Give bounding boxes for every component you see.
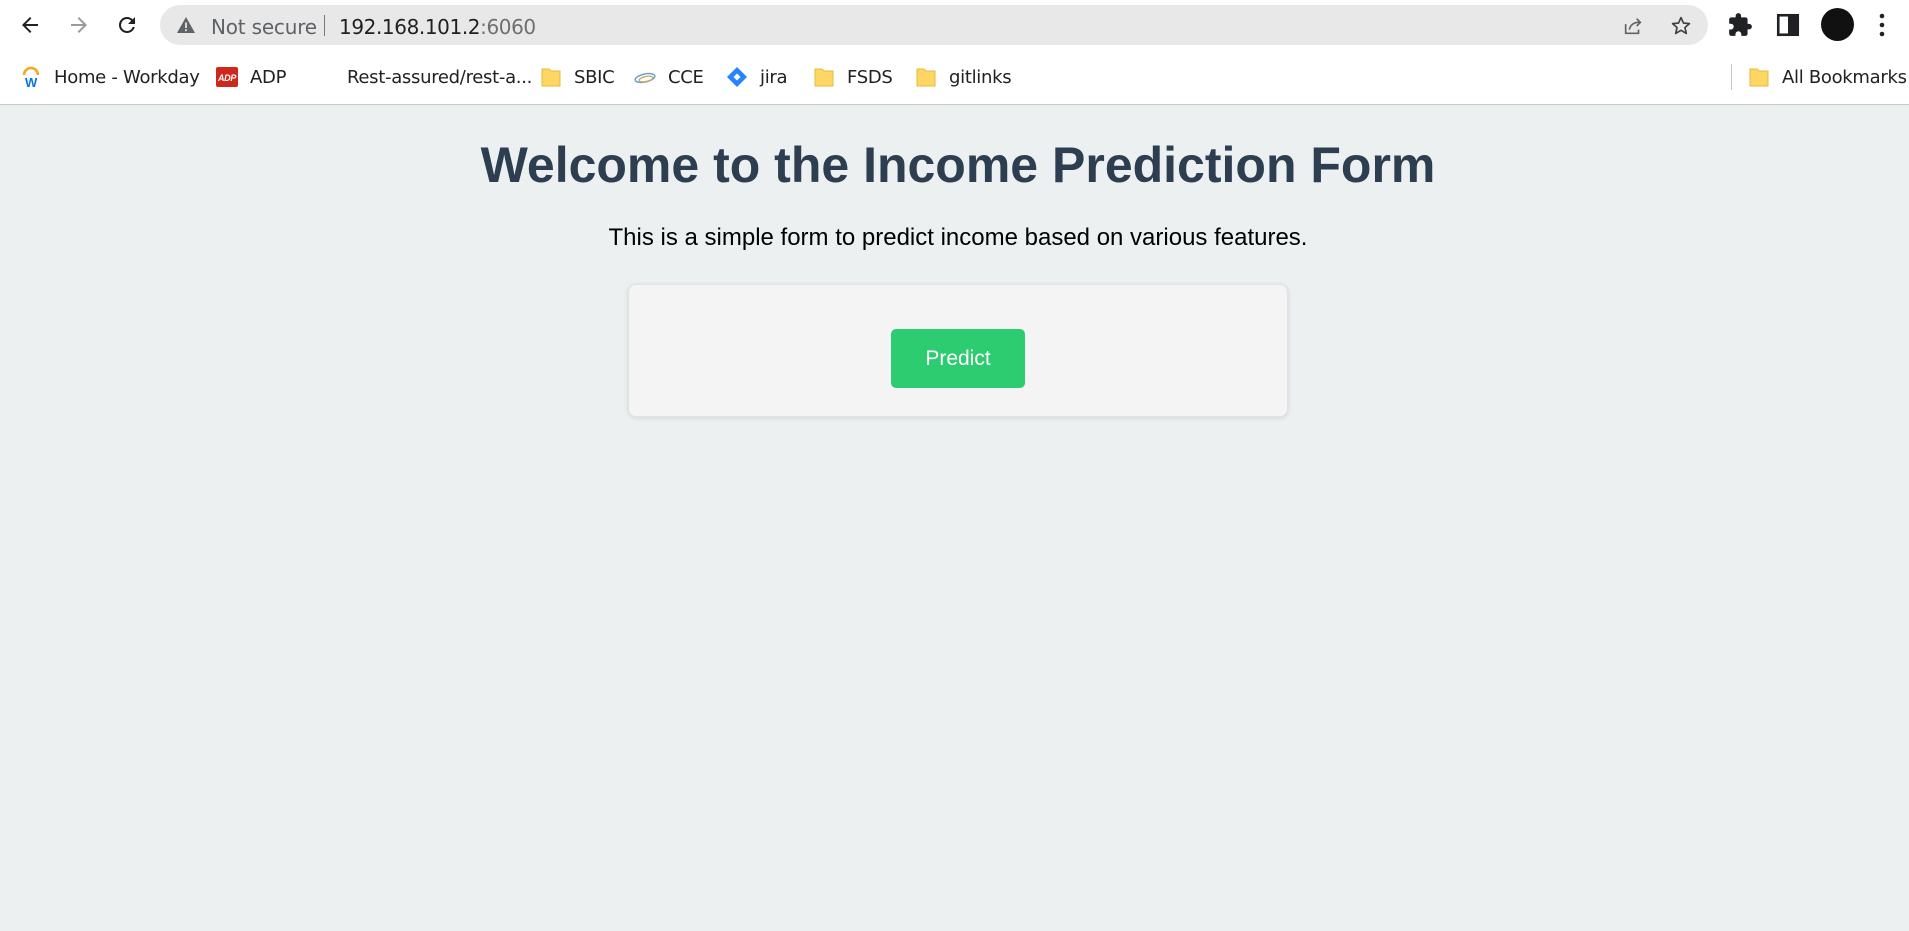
bookmark-gitlinks[interactable]: gitlinks	[915, 64, 1012, 90]
bookmark-label: Home - Workday	[54, 66, 200, 88]
page-content: Welcome to the Income Prediction Form Th…	[0, 106, 1909, 931]
bookmark-workday[interactable]: W Home - Workday	[20, 64, 200, 90]
bookmark-cce[interactable]: CCE	[634, 64, 704, 90]
all-bookmarks-label: All Bookmarks	[1782, 66, 1907, 88]
share-icon[interactable]	[1622, 15, 1644, 37]
url-host: 192.168.101.2	[339, 15, 481, 39]
security-label[interactable]: Not secure	[211, 15, 317, 39]
url-port: :6060	[480, 15, 536, 39]
folder-icon	[541, 68, 561, 87]
address-bar[interactable]: Not secure 192.168.101.2:6060	[160, 5, 1708, 45]
bookmark-label: ADP	[250, 66, 287, 88]
bookmark-jira[interactable]: jira	[726, 64, 788, 90]
bookmark-label: SBIC	[574, 66, 615, 88]
bookmark-fsds[interactable]: FSDS	[813, 64, 893, 90]
predict-button[interactable]: Predict	[891, 329, 1025, 388]
page-description: This is a simple form to predict income …	[608, 224, 1308, 251]
github-icon	[314, 67, 334, 87]
prediction-form: Predict	[628, 284, 1288, 417]
folder-icon	[916, 68, 936, 87]
warning-icon	[177, 17, 195, 33]
all-bookmarks[interactable]: All Bookmarks	[1748, 64, 1907, 90]
url-text[interactable]: 192.168.101.2:6060	[339, 15, 536, 39]
workday-icon: W	[22, 66, 40, 88]
address-separator	[324, 15, 325, 36]
side-panel-icon[interactable]	[1775, 12, 1801, 38]
bookmark-label: Rest-assured/rest-a...	[347, 66, 533, 88]
profile-avatar[interactable]	[1821, 8, 1854, 41]
jira-icon	[727, 67, 747, 87]
bookmark-label: jira	[760, 66, 788, 88]
folder-icon	[814, 68, 834, 87]
menu-icon[interactable]	[1876, 12, 1888, 38]
adp-icon: ADP	[216, 67, 238, 87]
bookmark-label: gitlinks	[949, 66, 1012, 88]
forward-icon	[71, 17, 87, 33]
folder-icon	[1749, 68, 1769, 87]
back-button[interactable]	[12, 7, 48, 43]
bookmarks-divider	[1731, 64, 1732, 90]
svg-text:W: W	[25, 75, 38, 88]
back-icon	[22, 17, 38, 33]
bookmark-label: CCE	[668, 66, 704, 88]
browser-toolbar: Not secure 192.168.101.2:6060	[0, 0, 1909, 50]
bookmark-rest-assured[interactable]: Rest-assured/rest-a...	[313, 64, 532, 90]
forward-button[interactable]	[61, 7, 97, 43]
bookmark-label: FSDS	[847, 66, 893, 88]
extensions-icon[interactable]	[1727, 12, 1753, 38]
page-title: Welcome to the Income Prediction Form	[480, 137, 1436, 193]
bookmark-adp[interactable]: ADP ADP	[216, 64, 286, 90]
svg-text:ADP: ADP	[217, 73, 237, 83]
bookmark-sbic[interactable]: SBIC	[540, 64, 615, 90]
bookmarks-bar: W Home - Workday ADP ADP Rest-assured/re…	[0, 50, 1909, 105]
reload-icon	[118, 16, 135, 33]
star-icon[interactable]	[1670, 15, 1692, 37]
cce-icon	[634, 72, 656, 84]
reload-button[interactable]	[109, 7, 145, 43]
